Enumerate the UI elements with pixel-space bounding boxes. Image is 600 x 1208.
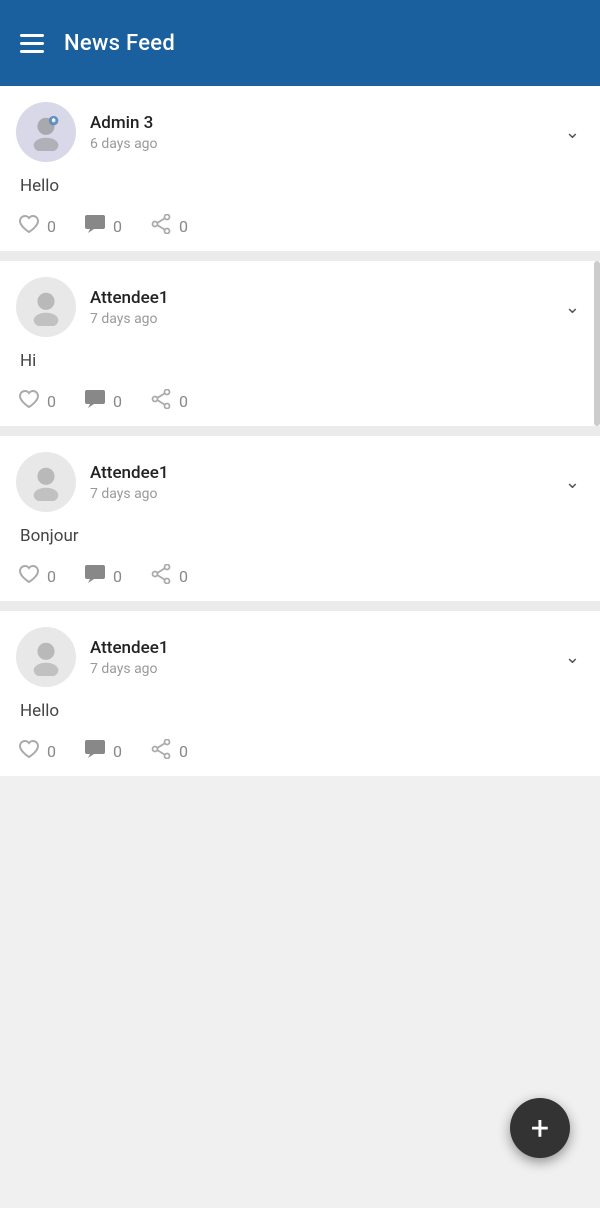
- heart-icon: [18, 739, 40, 764]
- like-button[interactable]: 0: [18, 739, 56, 764]
- author-name: Admin 3: [90, 113, 158, 133]
- comment-button[interactable]: 0: [84, 739, 122, 764]
- post-content: Hello: [16, 176, 584, 196]
- author-info: Attendee1 7 days ago: [90, 288, 168, 327]
- share-icon: [150, 389, 172, 414]
- heart-icon: [18, 214, 40, 239]
- like-button[interactable]: 0: [18, 214, 56, 239]
- avatar: [16, 627, 76, 687]
- post-content: Hello: [16, 701, 584, 721]
- news-feed: Admin 3 6 days ago ⌄ Hello 0 0: [0, 86, 600, 776]
- share-icon: [150, 564, 172, 589]
- post-actions: 0 0 0: [16, 564, 584, 589]
- share-count: 0: [179, 567, 188, 586]
- app-header: News Feed: [0, 0, 600, 86]
- comment-icon: [84, 564, 106, 589]
- author-section: Admin 3 6 days ago: [16, 102, 158, 162]
- post-header: Attendee1 7 days ago ⌄: [16, 452, 584, 512]
- share-button[interactable]: 0: [150, 214, 188, 239]
- share-button[interactable]: 0: [150, 739, 188, 764]
- post-content: Bonjour: [16, 526, 584, 546]
- post-actions: 0 0 0: [16, 214, 584, 239]
- author-name: Attendee1: [90, 463, 168, 483]
- post-content: Hi: [16, 351, 584, 371]
- comment-button[interactable]: 0: [84, 389, 122, 414]
- comment-count: 0: [113, 742, 122, 761]
- post-time: 7 days ago: [90, 661, 168, 677]
- create-post-button[interactable]: +: [510, 1098, 570, 1158]
- like-count: 0: [47, 217, 56, 236]
- like-button[interactable]: 0: [18, 564, 56, 589]
- heart-icon: [18, 389, 40, 414]
- share-count: 0: [179, 742, 188, 761]
- share-button[interactable]: 0: [150, 389, 188, 414]
- comment-count: 0: [113, 392, 122, 411]
- post-card: Attendee1 7 days ago ⌄ Bonjour 0 0: [0, 436, 600, 601]
- post-time: 7 days ago: [90, 486, 168, 502]
- comment-icon: [84, 739, 106, 764]
- share-count: 0: [179, 217, 188, 236]
- post-menu-button[interactable]: ⌄: [561, 118, 584, 147]
- avatar: [16, 102, 76, 162]
- post-time: 7 days ago: [90, 311, 168, 327]
- post-menu-button[interactable]: ⌄: [561, 468, 584, 497]
- author-name: Attendee1: [90, 288, 168, 308]
- post-header: Attendee1 7 days ago ⌄: [16, 277, 584, 337]
- comment-button[interactable]: 0: [84, 564, 122, 589]
- plus-icon: +: [531, 1109, 549, 1147]
- comment-button[interactable]: 0: [84, 214, 122, 239]
- like-count: 0: [47, 742, 56, 761]
- author-section: Attendee1 7 days ago: [16, 627, 168, 687]
- like-count: 0: [47, 567, 56, 586]
- post-menu-button[interactable]: ⌄: [561, 293, 584, 322]
- post-actions: 0 0 0: [16, 739, 584, 764]
- post-card: Attendee1 7 days ago ⌄ Hello 0 0: [0, 611, 600, 776]
- share-count: 0: [179, 392, 188, 411]
- post-header: Admin 3 6 days ago ⌄: [16, 102, 584, 162]
- comment-icon: [84, 214, 106, 239]
- heart-icon: [18, 564, 40, 589]
- avatar: [16, 277, 76, 337]
- share-icon: [150, 214, 172, 239]
- comment-icon: [84, 389, 106, 414]
- post-actions: 0 0 0: [16, 389, 584, 414]
- author-name: Attendee1: [90, 638, 168, 658]
- post-card: Attendee1 7 days ago ⌄ Hi 0 0: [0, 261, 600, 426]
- post-header: Attendee1 7 days ago ⌄: [16, 627, 584, 687]
- post-time: 6 days ago: [90, 136, 158, 152]
- post-card: Admin 3 6 days ago ⌄ Hello 0 0: [0, 86, 600, 251]
- page-title: News Feed: [64, 31, 175, 56]
- author-section: Attendee1 7 days ago: [16, 277, 168, 337]
- author-section: Attendee1 7 days ago: [16, 452, 168, 512]
- share-icon: [150, 739, 172, 764]
- author-info: Attendee1 7 days ago: [90, 463, 168, 502]
- author-info: Admin 3 6 days ago: [90, 113, 158, 152]
- like-count: 0: [47, 392, 56, 411]
- author-info: Attendee1 7 days ago: [90, 638, 168, 677]
- comment-count: 0: [113, 567, 122, 586]
- share-button[interactable]: 0: [150, 564, 188, 589]
- like-button[interactable]: 0: [18, 389, 56, 414]
- avatar: [16, 452, 76, 512]
- menu-button[interactable]: [20, 34, 44, 53]
- post-menu-button[interactable]: ⌄: [561, 643, 584, 672]
- comment-count: 0: [113, 217, 122, 236]
